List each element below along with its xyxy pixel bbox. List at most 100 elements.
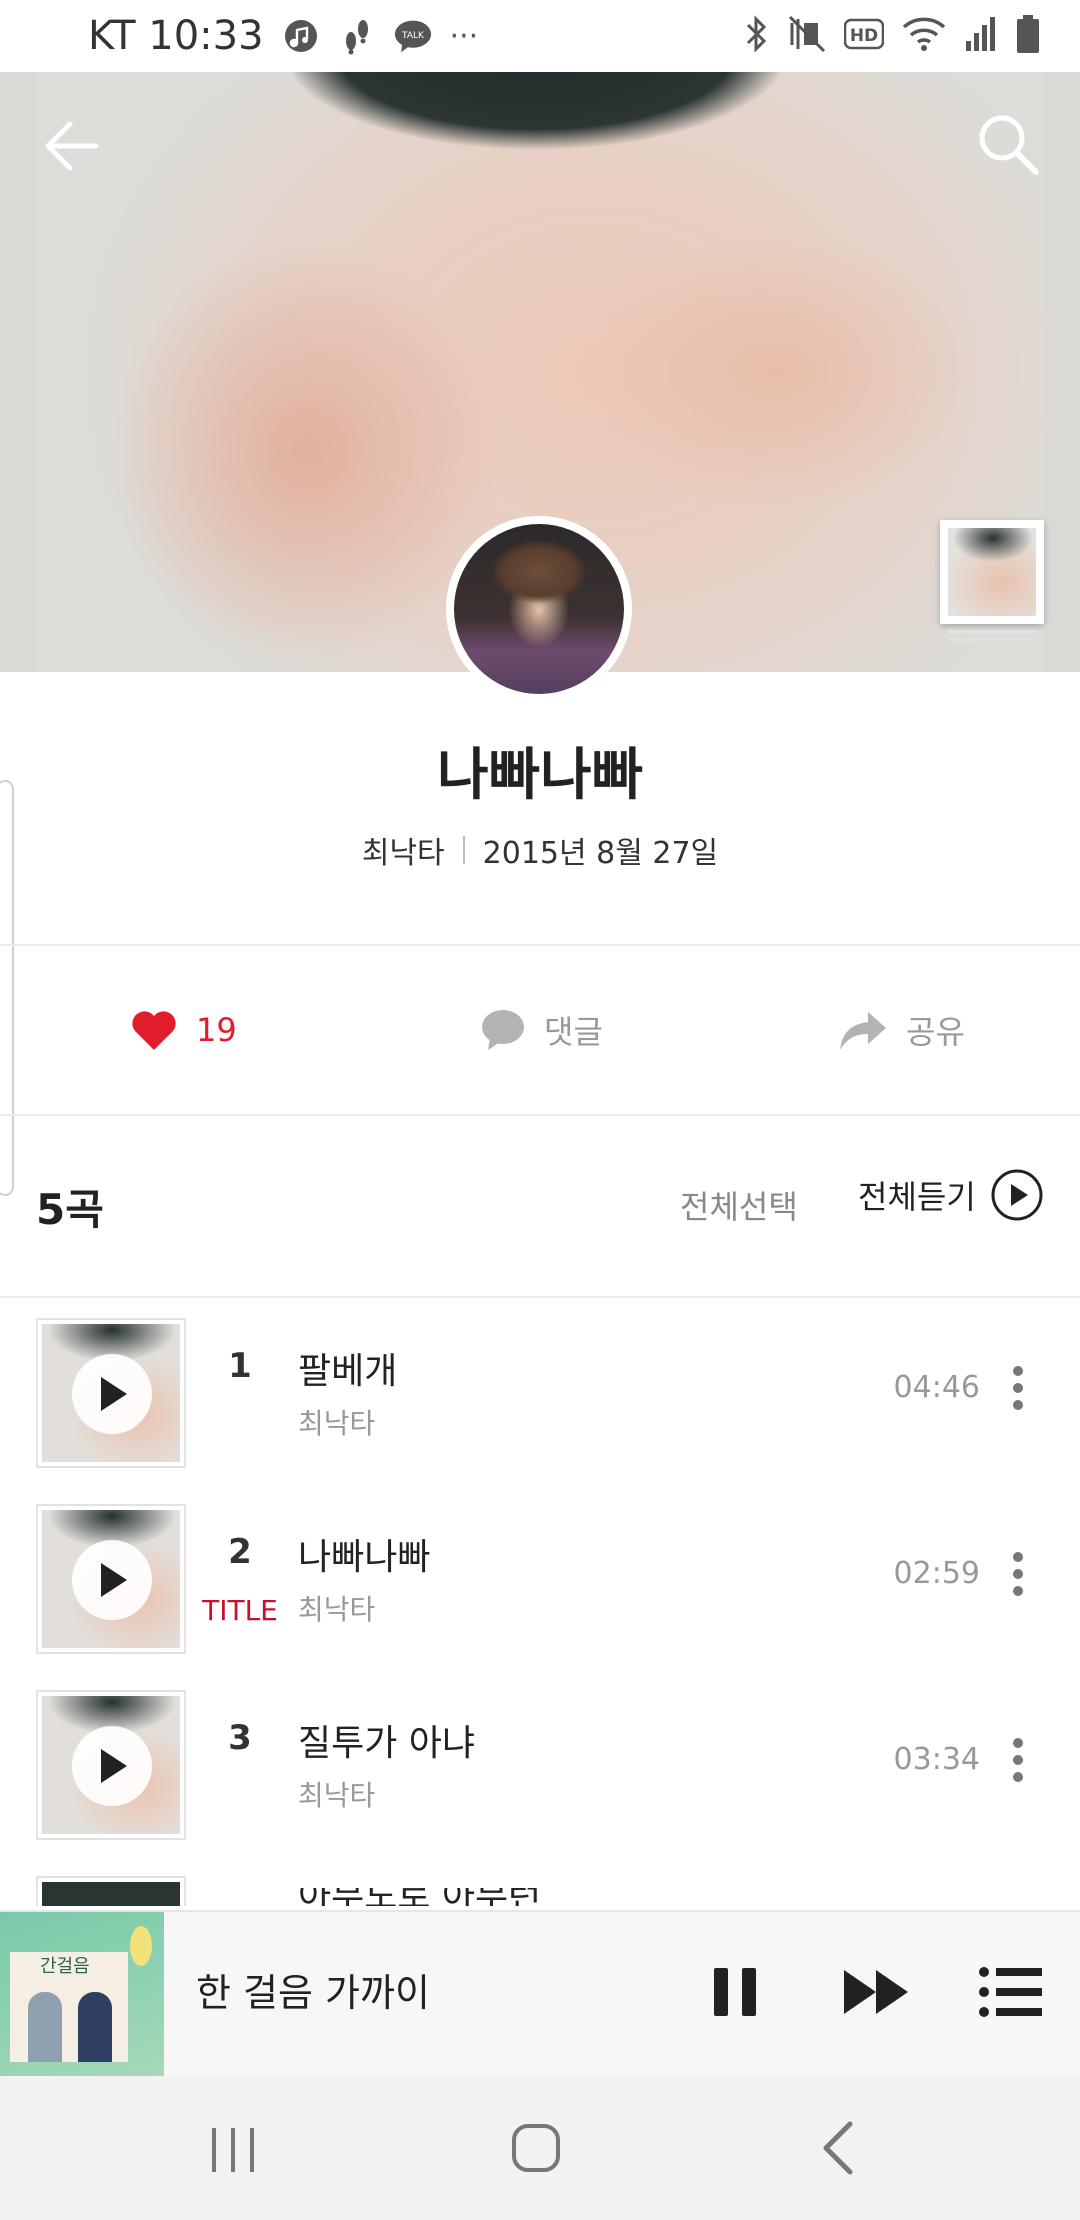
mini-player[interactable]: 간걸음 한 걸음 가까이 — [0, 1910, 1080, 2078]
track-row[interactable]: 2 TITLE 나빠나빠 최낙타 02:59 — [0, 1484, 1080, 1670]
recent-apps-button[interactable] — [206, 2124, 260, 2176]
recent-apps-icon — [212, 2128, 254, 2172]
status-bar: KT 10:33 TALK ··· HD — [0, 0, 1080, 72]
play-icon — [101, 1563, 127, 1597]
comment-button[interactable]: 댓글 — [480, 946, 603, 1114]
comment-label: 댓글 — [544, 1013, 603, 1051]
album-release-date: 2015년 8월 27일 — [482, 836, 719, 871]
more-vertical-icon — [1013, 1552, 1023, 1596]
play-icon — [101, 1377, 127, 1411]
speech-bubble-icon — [482, 1010, 524, 1050]
search-button[interactable] — [976, 112, 1040, 176]
track-thumbnail[interactable] — [36, 1690, 186, 1840]
next-button[interactable] — [840, 1964, 912, 2020]
playlist-icon — [979, 1967, 1042, 2017]
title-badge: TITLE — [202, 1594, 278, 1627]
track-play-button[interactable] — [72, 1540, 152, 1620]
track-duration: 03:34 — [893, 1742, 980, 1777]
share-arrow-icon — [840, 1012, 886, 1050]
pause-icon — [714, 1968, 756, 2016]
art-figure — [28, 1992, 62, 2062]
fast-forward-icon — [844, 1970, 908, 2014]
status-left: KT 10:33 TALK ··· — [88, 13, 478, 59]
hd-voice-icon: HD — [843, 18, 885, 54]
album-stack-line — [948, 638, 1036, 641]
art-title-text: 간걸음 — [40, 1956, 90, 1977]
bluetooth-icon — [744, 15, 770, 57]
track-artist: 최낙타 — [298, 1407, 376, 1440]
artist-avatar[interactable] — [446, 516, 632, 702]
track-thumbnail[interactable] — [36, 1318, 186, 1468]
home-icon — [512, 2124, 560, 2172]
play-all-button[interactable]: 전체듣기 — [858, 1168, 1044, 1222]
track-count: 5곡 — [36, 1185, 104, 1234]
heart-icon — [132, 1011, 176, 1050]
status-right: HD — [744, 14, 1040, 58]
track-duration: 04:46 — [893, 1370, 980, 1405]
track-more-button[interactable] — [998, 1730, 1038, 1790]
art-figure — [78, 1992, 112, 2062]
share-label: 공유 — [906, 1013, 965, 1051]
track-list-header: 5곡 전체선택 전체듣기 — [0, 1116, 1080, 1296]
album-artist[interactable]: 최낙타 — [362, 828, 445, 872]
track-play-button[interactable] — [72, 1354, 152, 1434]
wifi-icon — [902, 15, 946, 57]
play-icon — [101, 1749, 127, 1783]
home-button[interactable] — [510, 2122, 562, 2174]
like-count: 19 — [196, 1011, 237, 1049]
album-title: 나빠나빠 — [436, 743, 644, 808]
music-note-icon — [282, 17, 320, 55]
play-circle-icon — [991, 1169, 1043, 1221]
now-playing-album-art[interactable]: 간걸음 — [0, 1912, 164, 2078]
now-playing-title[interactable]: 한 걸음 가까이 — [196, 1962, 430, 2017]
track-thumbnail[interactable] — [36, 1504, 186, 1654]
track-row[interactable]: 1 팔베개 최낙타 04:46 — [0, 1298, 1080, 1484]
pause-button[interactable] — [710, 1964, 760, 2020]
track-title: 나빠나빠 — [298, 1537, 431, 1578]
track-play-button[interactable] — [72, 1726, 152, 1806]
system-navigation-bar — [0, 2076, 1080, 2220]
kakaotalk-icon: TALK — [394, 17, 432, 55]
like-button[interactable]: 19 — [130, 946, 237, 1114]
track-artist: 최낙타 — [298, 1593, 376, 1626]
track-title-partial: 아무도로 아무런 — [298, 1888, 558, 1906]
search-icon — [979, 115, 1039, 175]
art-leaf — [130, 1926, 152, 1966]
arrow-left-icon — [45, 121, 99, 171]
talk-label: TALK — [401, 31, 425, 41]
album-cover-thumbnail[interactable] — [940, 520, 1044, 646]
album-actions: 19 댓글 공유 — [0, 946, 1080, 1114]
meta-divider — [462, 836, 465, 864]
more-vertical-icon — [1013, 1738, 1023, 1782]
album-meta: 최낙타 2015년 8월 27일 — [0, 828, 1080, 872]
track-more-button[interactable] — [998, 1544, 1038, 1604]
play-all-label: 전체듣기 — [858, 1178, 976, 1216]
playlist-button[interactable] — [978, 1964, 1044, 2020]
track-number: 1 — [228, 1346, 252, 1386]
share-button[interactable]: 공유 — [838, 946, 965, 1114]
album-stack-line — [948, 630, 1036, 633]
track-artist: 최낙타 — [298, 1779, 376, 1812]
track-title: 팔베개 — [298, 1351, 398, 1392]
artist-avatar-image — [454, 524, 624, 694]
signal-icon — [964, 15, 998, 57]
track-number: 3 — [228, 1718, 252, 1758]
chevron-left-icon — [823, 2121, 853, 2175]
back-button[interactable] — [40, 114, 104, 178]
hd-label: HD — [850, 26, 878, 46]
system-back-button[interactable] — [818, 2120, 858, 2176]
track-more-button[interactable] — [998, 1358, 1038, 1418]
battery-icon — [1016, 14, 1040, 58]
track-title: 질투가 아냐 — [298, 1723, 476, 1764]
vibrate-mute-icon — [788, 15, 826, 57]
select-all-button[interactable]: 전체선택 — [680, 1182, 798, 1228]
status-carrier-time: KT 10:33 — [88, 13, 264, 59]
more-vertical-icon — [1013, 1366, 1023, 1410]
track-row[interactable]: 3 질투가 아냐 최낙타 03:34 — [0, 1670, 1080, 1856]
track-thumbnail-partial[interactable] — [36, 1876, 186, 1906]
track-number: 2 — [228, 1532, 252, 1572]
status-more-icon: ··· — [449, 18, 479, 54]
album-cover — [940, 520, 1044, 624]
footsteps-icon — [338, 17, 376, 55]
track-duration: 02:59 — [893, 1556, 980, 1591]
